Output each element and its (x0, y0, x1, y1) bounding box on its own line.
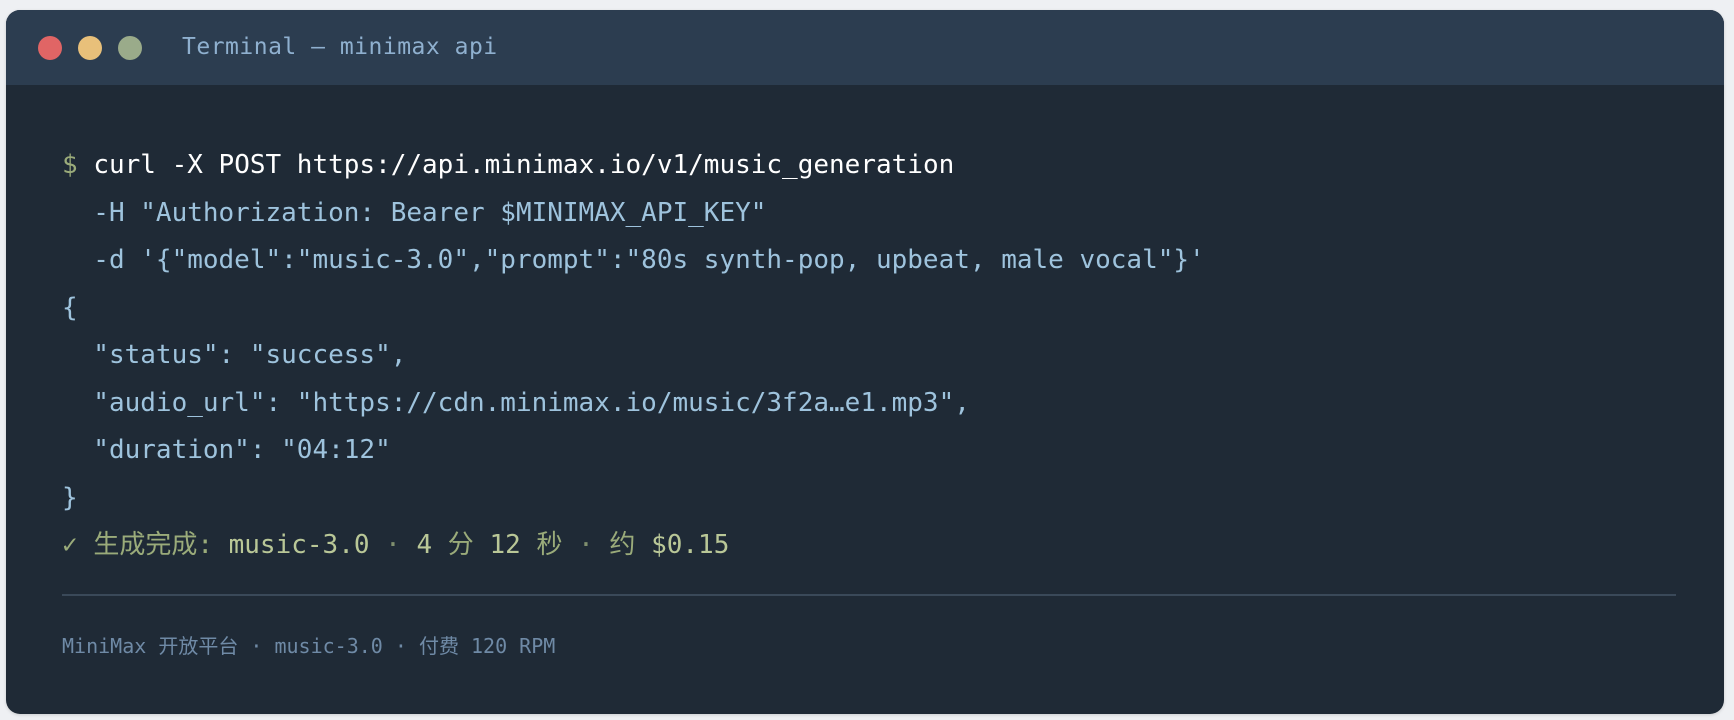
maximize-button[interactable] (118, 36, 142, 60)
terminal-output[interactable]: $ curl -X POST https://api.minimax.io/v1… (62, 142, 1674, 570)
json-close-brace: } (62, 482, 78, 513)
separator-dot: · (385, 530, 401, 560)
json-status-line: "status": "success", (62, 340, 407, 370)
json-duration-line: "duration": "04:12" (62, 435, 391, 465)
json-open-brace: { (62, 292, 78, 323)
result-label: 生成完成: (93, 530, 213, 560)
terminal-window: Terminal — minimax api $ curl -X POST ht… (6, 10, 1724, 714)
approx-label: 约 (609, 530, 636, 560)
prompt-symbol: $ (62, 150, 78, 180)
minimize-button[interactable] (78, 36, 102, 60)
result-line: ✓ 生成完成: music-3.0 · 4 分 12 秒 · 约 $0.15 (62, 522, 1674, 570)
close-button[interactable] (38, 36, 62, 60)
check-icon: ✓ (62, 530, 78, 560)
command-text: curl -X POST https://api.minimax.io/v1/m… (93, 150, 955, 180)
result-seconds: 12 (489, 530, 521, 560)
header-option-line: -H "Authorization: Bearer $MINIMAX_API_K… (62, 197, 767, 228)
title-bar: Terminal — minimax api (6, 10, 1724, 85)
window-title: Terminal — minimax api (182, 34, 498, 60)
separator-dot: · (578, 530, 594, 560)
result-cost: $0.15 (651, 530, 730, 560)
json-audio-url-line: "audio_url": "https://cdn.minimax.io/mus… (62, 387, 970, 418)
minutes-unit: 分 (447, 530, 474, 560)
divider (62, 594, 1676, 596)
result-model: music-3.0 (228, 530, 370, 560)
data-option-line: -d '{"model":"music-3.0","prompt":"80s s… (62, 245, 1205, 275)
command-line: $ curl -X POST https://api.minimax.io/v1… (62, 142, 1674, 190)
footer-info: MiniMax 开放平台 · music-3.0 · 付费 120 RPM (62, 634, 556, 658)
seconds-unit: 秒 (536, 530, 563, 560)
result-minutes: 4 (416, 530, 433, 560)
